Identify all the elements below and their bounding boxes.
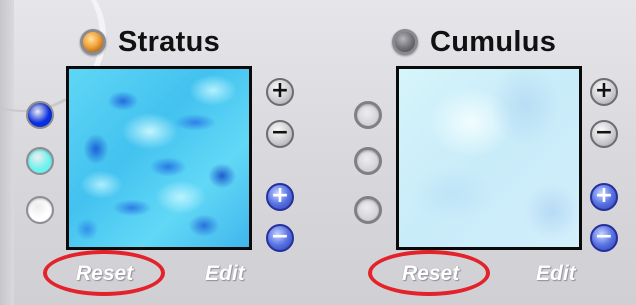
minus-icon: − (594, 120, 614, 145)
plus-icon: + (594, 183, 614, 208)
stratus-indicator-led-icon[interactable] (80, 29, 106, 55)
minus-icon: − (594, 224, 614, 249)
cumulus-panel: Cumulus + − + − Reset Edit (318, 0, 636, 305)
minus-icon: − (270, 224, 290, 249)
plus-icon: + (594, 78, 614, 103)
stratus-title-row: Stratus (80, 24, 220, 60)
minus-icon: − (270, 120, 290, 145)
plus-icon: + (270, 183, 290, 208)
stratus-title: Stratus (118, 25, 221, 58)
stratus-increase-button[interactable]: + (266, 78, 294, 106)
cumulus-zoom-in-button[interactable]: + (590, 183, 618, 211)
stratus-color-preset-1[interactable] (26, 101, 54, 129)
cumulus-edit-button[interactable]: Edit (536, 262, 576, 286)
cumulus-indicator-led-icon[interactable] (392, 29, 418, 55)
cumulus-title-row: Cumulus (392, 24, 556, 60)
stratus-decrease-button[interactable]: − (266, 120, 294, 148)
cumulus-color-preset-1[interactable] (354, 101, 382, 129)
cumulus-increase-button[interactable]: + (590, 78, 618, 106)
cloud-settings-panel: Stratus + − + − Reset Edit Cumulus + − +… (0, 0, 636, 305)
cumulus-color-preset-2[interactable] (354, 147, 382, 175)
stratus-reset-button[interactable]: Reset (76, 262, 133, 286)
stratus-color-preset-2[interactable] (26, 147, 54, 175)
stratus-edit-button[interactable]: Edit (205, 262, 245, 286)
stratus-texture-preview[interactable] (66, 66, 252, 250)
cumulus-title: Cumulus (430, 25, 557, 58)
cumulus-texture-preview[interactable] (396, 66, 582, 250)
cumulus-color-preset-3[interactable] (354, 196, 382, 224)
stratus-color-preset-3[interactable] (26, 196, 54, 224)
cumulus-zoom-out-button[interactable]: − (590, 224, 618, 252)
stratus-panel: Stratus + − + − Reset Edit (0, 0, 318, 305)
cumulus-decrease-button[interactable]: − (590, 120, 618, 148)
stratus-zoom-out-button[interactable]: − (266, 224, 294, 252)
cumulus-reset-button[interactable]: Reset (402, 262, 459, 286)
stratus-zoom-in-button[interactable]: + (266, 183, 294, 211)
plus-icon: + (270, 78, 290, 103)
